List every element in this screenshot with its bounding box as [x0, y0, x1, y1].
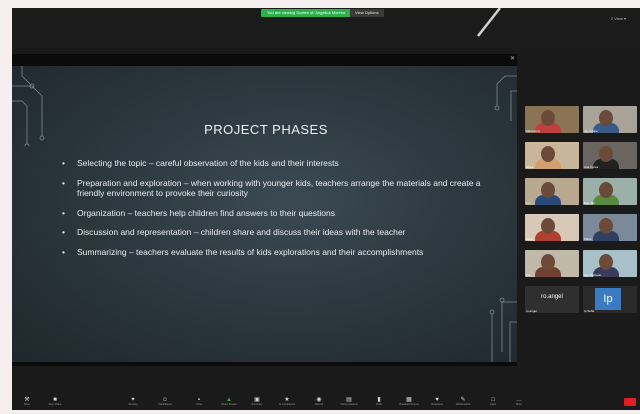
share-screen-button[interactable]: ▲ Share Screen: [218, 397, 240, 407]
toolbar-label: More: [516, 403, 522, 406]
avatar: [541, 110, 555, 126]
toolbar-label: Mute: [24, 403, 30, 406]
circuit-decoration-bottom-right: [489, 297, 517, 362]
participant-name: Ana Ceres: [584, 165, 599, 169]
participant-tile[interactable]: Bea Tan: [583, 178, 637, 205]
end-meeting-button[interactable]: [624, 398, 636, 406]
presentation-slide: PROJECT PHASES Selecting the topic – car…: [12, 66, 517, 362]
participant-tile[interactable]: Rhea: [525, 142, 579, 169]
record-button[interactable]: ◉ Record: [308, 397, 330, 407]
participant-name: Ip Sofia: [584, 309, 595, 313]
avatar: [599, 110, 613, 126]
mute-button[interactable]: ⚒ Mute: [16, 397, 38, 407]
bullet-item: Preparation and exploration – when worki…: [62, 178, 487, 199]
participant-tile-initials[interactable]: Ip Ip Sofia: [583, 286, 637, 313]
participant-name: Rhea: [526, 165, 534, 169]
avatar: [599, 254, 613, 270]
avatar: [541, 146, 555, 162]
participant-name: Gen Salcedo: [584, 273, 602, 277]
toolbar-label: Share Screen: [221, 403, 237, 406]
view-button[interactable]: ≡ View ▾: [611, 16, 626, 21]
toolbar-label: Whiteboards: [455, 403, 471, 406]
avatar: [599, 218, 613, 234]
participant-name: Lyn: [526, 201, 531, 205]
participant-name: Faye: [526, 237, 533, 241]
top-bar: You are viewing Screen of: Angelica More…: [12, 8, 640, 48]
participant-tile-no-video[interactable]: ro.angel ro.angel: [525, 286, 579, 313]
participants-button[interactable]: ☺ Participants: [154, 397, 176, 407]
ai-companion-button[interactable]: ★ AI Companion: [276, 397, 298, 407]
bullet-item: Summarizing – teachers evaluate the resu…: [62, 247, 487, 258]
security-button[interactable]: ✦ Security: [122, 397, 144, 407]
circuit-decoration: [12, 66, 45, 146]
participant-tile[interactable]: Lyn: [525, 178, 579, 205]
breakout-rooms-button[interactable]: ▦ Breakout Rooms: [398, 397, 420, 407]
participant-name: Maria Ang: [526, 129, 540, 133]
avatar: [599, 146, 613, 162]
avatar: [541, 182, 555, 198]
circuit-decoration-right: [494, 75, 517, 121]
bullet-item: Organization – teachers help children fi…: [62, 208, 487, 219]
toolbar-label: Show Captions: [340, 403, 358, 406]
close-icon[interactable]: ✕: [510, 55, 515, 62]
participant-name: Pia: [526, 273, 531, 277]
view-options-button[interactable]: View Options: [350, 9, 384, 17]
participant-name: Joy Grace: [584, 129, 598, 133]
toolbar-label: Record: [314, 403, 324, 406]
whiteboard-button[interactable]: ✎ Whiteboards: [452, 397, 474, 407]
more-button[interactable]: … More: [508, 397, 530, 407]
polls-button[interactable]: ▮ Polls: [368, 397, 390, 407]
initials-avatar: Ip: [595, 288, 621, 310]
toolbar-label: Security: [128, 403, 138, 406]
participant-tile[interactable]: Maria Ang: [525, 106, 579, 133]
toolbar-label: Summary: [251, 403, 263, 406]
summary-button[interactable]: ▣ Summary: [246, 397, 268, 407]
apps-button[interactable]: □ Apps: [482, 397, 504, 407]
toolbar-label: Stop Video: [48, 403, 62, 406]
meeting-toolbar: ⚒ Mute ■ Stop Video ✦ Security ☺ Participant…: [12, 395, 640, 410]
video-button[interactable]: ■ Stop Video: [44, 397, 66, 407]
shared-screen: ✕ PROJECT PHASES • Selecting the topic –…: [12, 54, 517, 366]
toolbar-label: Polls: [376, 403, 382, 406]
participant-tile[interactable]: Marie: [583, 214, 637, 241]
participant-gallery: Maria Ang Joy Grace Rhea Ana Ceres Lyn B…: [525, 106, 640, 326]
avatar: [541, 218, 555, 234]
participant-name: ro.angel: [526, 309, 537, 313]
participant-name: Marie: [584, 237, 592, 241]
toolbar-label: Breakout Rooms: [399, 403, 419, 406]
avatar: [599, 182, 613, 198]
reactions-button[interactable]: ♥ Reactions: [426, 397, 448, 407]
bullet-item: Discussion and representation – children…: [62, 227, 487, 238]
participant-tile[interactable]: Pia: [525, 250, 579, 277]
slide-title: PROJECT PHASES: [204, 122, 328, 137]
zoom-window: You are viewing Screen of: Angelica More…: [12, 8, 640, 410]
annotation-stroke: [477, 8, 501, 37]
screen-share-status[interactable]: You are viewing Screen of: Angelica More…: [261, 9, 352, 17]
bullet-item: Selecting the topic – careful observatio…: [62, 158, 487, 169]
participant-tile[interactable]: Joy Grace: [583, 106, 637, 133]
participant-tile[interactable]: Faye: [525, 214, 579, 241]
participant-tile[interactable]: Ana Ceres: [583, 142, 637, 169]
toolbar-label: Apps: [490, 403, 496, 406]
toolbar-label: Reactions: [431, 403, 443, 406]
toolbar-label: Chat: [196, 403, 202, 406]
bullet-list: Selecting the topic – careful observatio…: [62, 158, 487, 266]
avatar: [541, 254, 555, 270]
participant-tile[interactable]: Gen Salcedo: [583, 250, 637, 277]
toolbar-label: AI Companion: [278, 403, 296, 406]
toolbar-label: Participants: [158, 403, 172, 406]
participant-display-name: ro.angel: [541, 294, 563, 300]
captions-button[interactable]: ▤ Show Captions: [338, 397, 360, 407]
chat-button[interactable]: ▪ Chat: [188, 397, 210, 407]
participant-name: Bea Tan: [584, 201, 595, 205]
